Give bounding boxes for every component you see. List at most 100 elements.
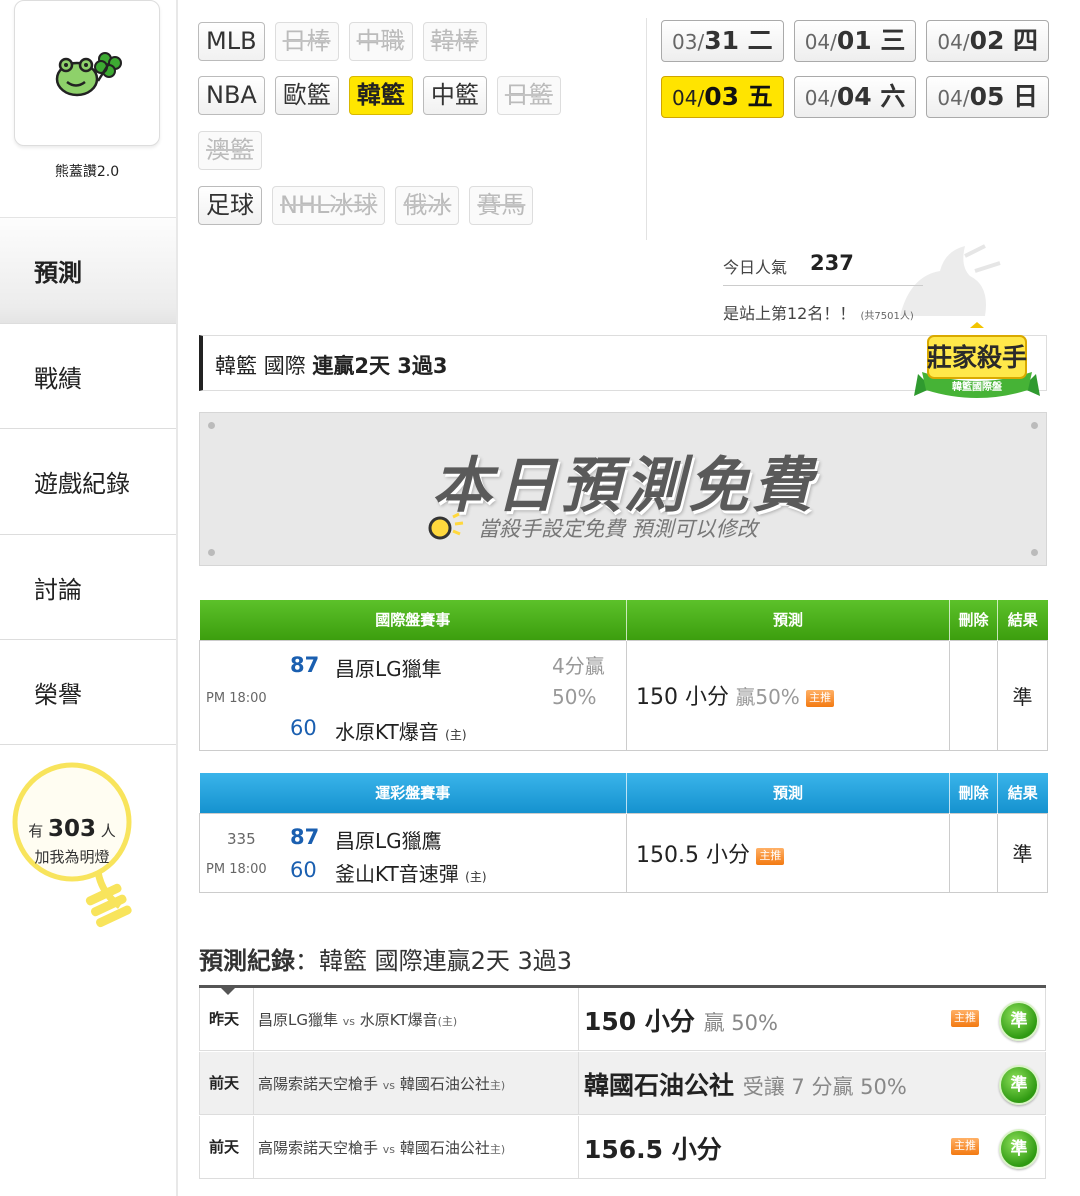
- sport-chip-npb: 日棒: [274, 22, 339, 61]
- cell-divider: [253, 988, 254, 1050]
- sidebar-divider: [176, 0, 178, 1196]
- lottery-odds-table: 運彩盤賽事 預測 刪除 結果 335 PM 18:00 87 昌原LG獵鷹 60…: [199, 773, 1048, 893]
- record-teams: 高陽索諾天空槍手 vs 韓國石油公社主): [258, 1137, 505, 1158]
- score-home: 60: [290, 716, 317, 740]
- cell-divider: [578, 988, 579, 1050]
- record-row[interactable]: 前天 高陽索諾天空槍手 vs 韓國石油公社主) 156.5 小分 主推 準: [199, 1116, 1046, 1179]
- record-vs: vs: [342, 1015, 356, 1028]
- date-button-0404[interactable]: 04/04 六: [793, 76, 917, 118]
- team-away: 昌原LG獵隼: [335, 657, 442, 681]
- popularity-label: 今日人氣: [723, 258, 788, 277]
- title-streak: 連贏2天 3過3: [312, 354, 448, 378]
- date-day: 01 三: [836, 26, 906, 55]
- follower-caption: 加我為明燈: [34, 848, 110, 866]
- pick-cell: 150 小分 贏50% 主推: [626, 639, 950, 751]
- team-away: 昌原LG獵鷹: [335, 829, 442, 853]
- avatar[interactable]: [14, 0, 160, 146]
- record-team-home: 韓國石油公社: [399, 1139, 490, 1157]
- sport-chip-nhl: NHL冰球: [272, 186, 386, 225]
- rank-text: 是站上第12名！！ (共7501人): [723, 300, 914, 324]
- banner-rivet: [208, 422, 215, 429]
- sport-row-1: MLB 日棒 中職 韓棒: [198, 22, 487, 61]
- handicap-percent: 50%: [552, 685, 597, 709]
- event-cell: PM 18:00 87 昌原LG獵隼 60 水原KT爆音 (主) 4分贏 50%: [199, 639, 627, 751]
- handicap-line: 4分贏: [552, 654, 605, 678]
- date-day: 03 五: [704, 82, 773, 111]
- date-button-0405[interactable]: 04/05 日: [926, 76, 1050, 118]
- nav-predict[interactable]: 預測: [0, 217, 178, 323]
- date-button-0403[interactable]: 04/03 五: [661, 76, 784, 118]
- follower-suffix: 人: [100, 822, 116, 840]
- nav-game-log[interactable]: 遊戲紀錄: [0, 428, 178, 534]
- sport-chip-khl: 俄冰: [395, 186, 460, 225]
- team-home-name: 釜山KT音速彈: [335, 862, 459, 886]
- date-button-0331[interactable]: 03/31 二: [661, 20, 784, 62]
- record-team-home: 韓國石油公社: [399, 1075, 490, 1093]
- game-time: PM 18:00: [206, 691, 267, 706]
- nav-record[interactable]: 戰績: [0, 323, 178, 429]
- record-pick: 156.5 小分: [584, 1130, 722, 1166]
- sport-row-4: 足球 NHL冰球 俄冰 賽馬: [198, 186, 534, 225]
- record-home-mark: 主): [489, 1143, 506, 1156]
- free-prediction-banner: 本日預測免費 當殺手設定免費 預測可以修改: [199, 412, 1047, 566]
- col-header-pick: 預測: [626, 773, 950, 813]
- col-header-event: 運彩盤賽事: [199, 773, 627, 813]
- username[interactable]: 熊蓋讚2.0: [0, 161, 174, 181]
- cell-divider: [578, 1052, 579, 1114]
- col-header-result: 結果: [997, 773, 1048, 813]
- sport-chip-euro-basketball[interactable]: 歐籃: [274, 76, 339, 115]
- date-month: 04/: [672, 86, 705, 110]
- sidebar: 熊蓋讚2.0 預測 戰績 遊戲紀錄 討論 榮譽 有 303 人 加我為明燈: [0, 0, 178, 1196]
- date-month: 04/: [804, 30, 837, 54]
- sport-chip-nba[interactable]: NBA: [198, 76, 265, 115]
- sport-chip-china-basketball[interactable]: 中籃: [422, 76, 487, 115]
- date-button-0402[interactable]: 04/02 四: [926, 20, 1050, 62]
- cell-divider: [253, 1116, 254, 1178]
- frog-clover-icon: [55, 52, 122, 97]
- record-title: 預測紀錄：韓籃 國際連贏2天 3過3: [199, 941, 572, 976]
- sport-row-2: NBA 歐籃 韓籃 中籃 日籃: [198, 76, 561, 115]
- sport-chip-mlb[interactable]: MLB: [198, 22, 265, 61]
- main-pick-tag: 主推: [756, 847, 785, 865]
- record-vs: vs: [382, 1143, 396, 1156]
- nav-honor[interactable]: 榮譽: [0, 639, 178, 745]
- banner-rivet: [208, 549, 215, 556]
- home-mark: (主): [465, 870, 487, 884]
- idea-bulb-icon: [428, 512, 464, 540]
- nav-discussion[interactable]: 討論: [0, 534, 178, 640]
- sport-chip-kbo: 韓棒: [422, 22, 487, 61]
- col-header-pick: 預測: [626, 600, 950, 640]
- col-header-event: 國際盤賽事: [199, 600, 627, 640]
- col-header-delete: 刪除: [949, 600, 998, 640]
- record-day: 前天: [209, 1074, 240, 1092]
- sport-chip-korea-basketball[interactable]: 韓籃: [348, 76, 413, 115]
- team-home-name: 水原KT爆音: [335, 720, 439, 744]
- record-title-bold: 預測紀錄: [199, 947, 295, 975]
- game-number: 335: [227, 830, 256, 848]
- main-pick-tag: 主推: [806, 690, 835, 707]
- follower-number: 303: [47, 816, 96, 842]
- title-type: 國際: [263, 354, 306, 378]
- record-home-mark: (主): [437, 1015, 458, 1028]
- record-row[interactable]: 昨天 昌原LG獵隼 vs 水原KT爆音(主) 150 小分 贏 50% 主推 準: [199, 988, 1046, 1051]
- date-row-2: 04/03 五 04/04 六 04/05 日: [661, 76, 1050, 118]
- event-cell: 335 PM 18:00 87 昌原LG獵鷹 60 釜山KT音速彈 (主): [199, 812, 627, 893]
- record-pick-note: 贏 50%: [703, 1011, 778, 1035]
- accurate-badge: 準: [999, 1065, 1039, 1105]
- pick-value: 150 小分: [636, 685, 729, 710]
- main-pick-tag: 主推: [951, 1138, 979, 1155]
- date-button-0401[interactable]: 04/01 三: [793, 20, 917, 62]
- rank-text-main: 是站上第12名！！: [723, 304, 856, 323]
- sport-chip-soccer[interactable]: 足球: [198, 186, 262, 225]
- score-away: 87: [290, 825, 320, 849]
- record-row[interactable]: 前天 高陽索諾天空槍手 vs 韓國石油公社主) 韓國石油公社 受讓 7 分贏 5…: [199, 1052, 1046, 1115]
- cell-divider: [578, 1116, 579, 1178]
- record-team-home: 水原KT爆音: [359, 1011, 438, 1029]
- date-month: 04/: [937, 86, 970, 110]
- filter-divider: [646, 18, 647, 240]
- score-away: 87: [290, 653, 320, 677]
- badge-title: 莊家殺手: [927, 343, 1027, 372]
- date-row-1: 03/31 二 04/01 三 04/02 四: [661, 20, 1050, 62]
- rank-total: (共7501人): [860, 311, 914, 322]
- sport-chip-horse-racing: 賽馬: [469, 186, 534, 225]
